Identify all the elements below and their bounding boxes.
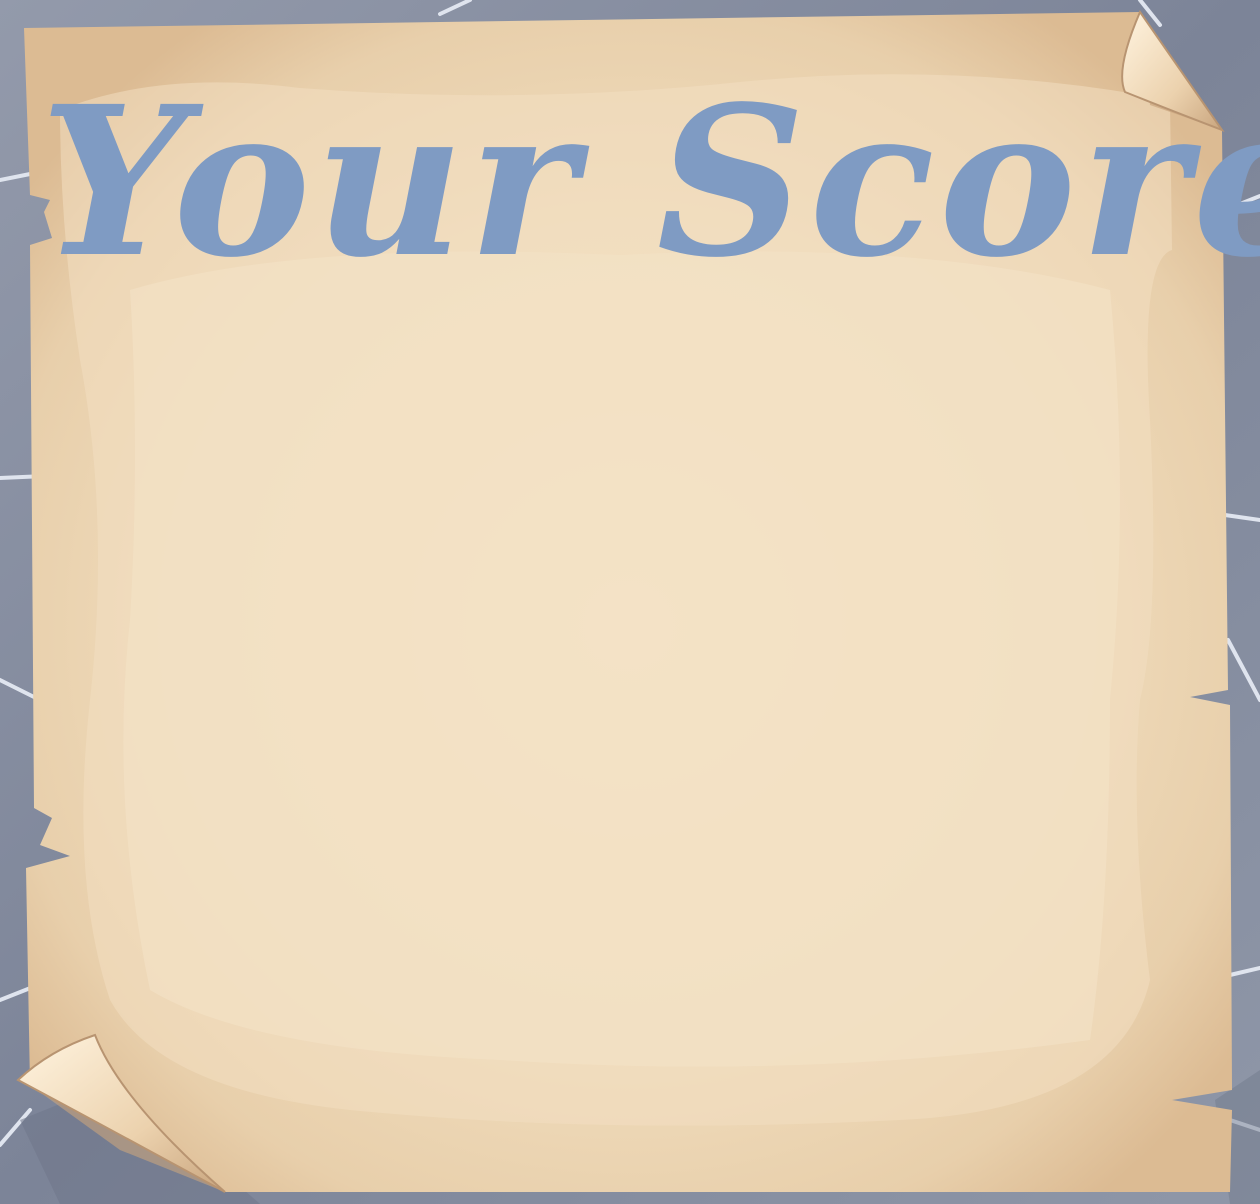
your-score-title: Your Score xyxy=(40,61,1260,303)
score-screen: Your Score xyxy=(0,0,1260,1204)
